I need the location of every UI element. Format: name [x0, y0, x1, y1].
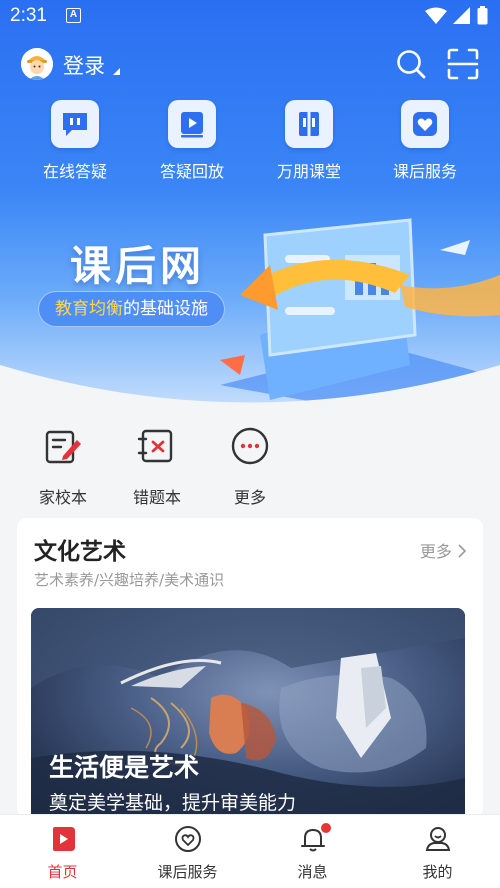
- play-icon: [168, 100, 216, 148]
- section-subtitle: 艺术素养/兴趣培养/美术通识: [34, 571, 225, 589]
- feature-label: 答疑回放: [159, 162, 224, 181]
- status-icons: [425, 6, 488, 25]
- wifi-icon: [425, 7, 447, 24]
- feature-online-qa[interactable]: 在线答疑: [25, 100, 125, 182]
- heart-circle-icon: [174, 826, 201, 852]
- nav-label: 首页: [47, 863, 78, 881]
- quick-tools: 家校本 错题本 更多: [0, 420, 500, 515]
- featured-artwork[interactable]: 生活便是艺术 奠定美学基础，提升审美能力: [31, 608, 465, 818]
- avatar-icon: [21, 48, 53, 80]
- tool-label: 家校本: [38, 488, 87, 507]
- nav-after-school-service[interactable]: 课后服务: [125, 825, 250, 882]
- battery-icon: [477, 6, 488, 25]
- nav-home[interactable]: 首页: [0, 825, 125, 882]
- more-label: 更多: [419, 542, 452, 561]
- notification-icon: A: [66, 8, 81, 23]
- banner-subtitle-highlight: 教育均衡: [55, 299, 123, 319]
- user-icon: [425, 827, 450, 851]
- image-subtitle: 奠定美学基础，提升审美能力: [49, 792, 297, 814]
- home-play-icon: [52, 827, 75, 851]
- feature-row: 在线答疑 答疑回放 万朋课堂 课后服务: [0, 100, 500, 186]
- more-link[interactable]: 更多: [420, 538, 467, 562]
- more-icon: [231, 427, 269, 465]
- hero-section: 2:31 A 登录 在线答疑 答疑回放 万朋课堂 课后服务 课后网 教育均衡的基…: [0, 0, 500, 420]
- bottom-nav: 首页 课后服务 消息 我的: [0, 814, 500, 888]
- edit-note-icon: [45, 430, 81, 464]
- caret-icon: [113, 68, 120, 75]
- culture-card: 文化艺术 更多 艺术素养/兴趣培养/美术通识 生活便是艺术 奠定美学基础，提升审…: [17, 518, 483, 818]
- tool-home-school[interactable]: 家校本: [23, 426, 103, 508]
- chevron-right-icon: [458, 544, 467, 558]
- feature-label: 课后服务: [392, 162, 457, 181]
- tool-more[interactable]: 更多: [210, 426, 290, 508]
- nav-messages[interactable]: 消息: [250, 823, 375, 882]
- image-title: 生活便是艺术: [49, 753, 200, 782]
- status-time: 2:31: [10, 5, 47, 26]
- banner-subtitle: 教育均衡的基础设施: [38, 291, 225, 327]
- book-icon: [285, 100, 333, 148]
- top-row: 登录: [0, 44, 500, 88]
- feature-label: 万朋课堂: [276, 162, 341, 181]
- wrong-questions-icon: [137, 429, 173, 463]
- nav-label: 消息: [297, 863, 328, 881]
- nav-label: 课后服务: [157, 863, 218, 881]
- section-title: 文化艺术: [34, 539, 126, 565]
- feature-label: 在线答疑: [42, 162, 107, 181]
- feature-qa-replay[interactable]: 答疑回放: [142, 100, 242, 182]
- chat-icon: [51, 100, 99, 148]
- nav-profile[interactable]: 我的: [375, 825, 500, 882]
- scan-icon[interactable]: [447, 48, 479, 80]
- status-bar: 2:31 A: [0, 0, 500, 34]
- notification-badge: [320, 823, 331, 833]
- banner-title: 课后网: [70, 242, 205, 290]
- feature-after-school-service[interactable]: 课后服务: [375, 100, 475, 182]
- hero-wave: [0, 365, 500, 420]
- signal-icon: [453, 6, 470, 24]
- search-icon[interactable]: [395, 48, 427, 80]
- nav-label: 我的: [422, 863, 453, 881]
- feature-wanpeng-class[interactable]: 万朋课堂: [259, 100, 359, 182]
- login-button[interactable]: 登录: [63, 50, 105, 80]
- tool-label: 错题本: [132, 488, 181, 507]
- heart-icon: [401, 100, 449, 148]
- tool-label: 更多: [233, 488, 266, 507]
- artwork-illustration: [31, 608, 465, 818]
- avatar[interactable]: [21, 48, 53, 80]
- tool-wrong-questions[interactable]: 错题本: [117, 426, 197, 508]
- banner-subtitle-rest: 的基础设施: [123, 299, 208, 319]
